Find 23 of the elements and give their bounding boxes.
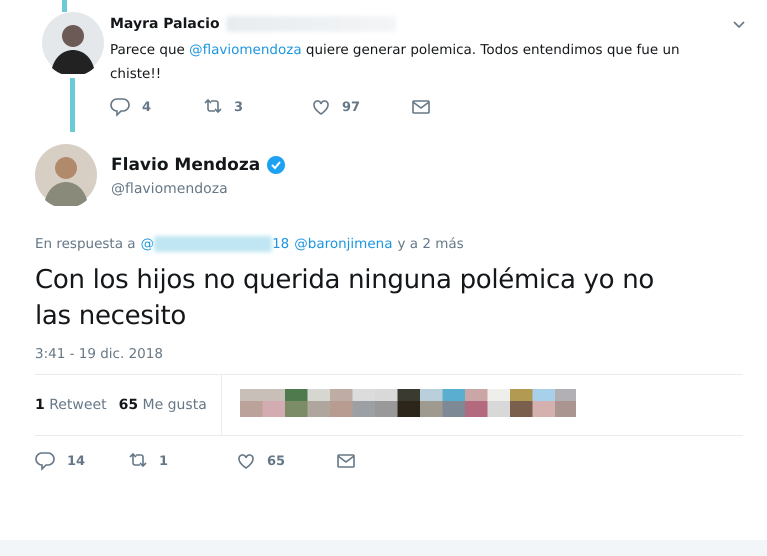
mention-link[interactable]: @flaviomendoza: [189, 42, 302, 58]
mention-link[interactable]: 18: [272, 236, 290, 252]
reply-icon: [110, 96, 132, 118]
reply-button[interactable]: 4: [110, 96, 202, 118]
mention-link[interactable]: @: [140, 236, 154, 252]
stat-link[interactable]: 65 Me gusta: [118, 397, 207, 413]
reply-label: y a 2 más: [397, 236, 464, 252]
like-button[interactable]: 65: [235, 450, 335, 472]
reply-label: En respuesta a: [35, 236, 136, 252]
avatar[interactable]: [42, 12, 104, 74]
user-name[interactable]: Flavio Mendoza: [111, 155, 260, 175]
retweet-button[interactable]: 3: [202, 96, 310, 118]
tweet-text: Parece que @flaviomendoza quiere generar polemica. Todos entendimos que fue un chiste!!: [110, 41, 681, 84]
mention-link[interactable]: @baronjimena: [294, 236, 392, 252]
tweet-timestamp[interactable]: 3:41 - 19 dic. 2018: [35, 346, 743, 362]
user-name[interactable]: Mayra Palacio: [110, 16, 220, 32]
reply-button[interactable]: 14: [35, 450, 127, 472]
retweet-button[interactable]: 1: [127, 450, 235, 472]
like-button[interactable]: 97: [310, 96, 410, 118]
stat-link[interactable]: 1 Retweet: [35, 397, 107, 413]
tweet-text: Con los hijos no querida ninguna polémica yo no las necesito: [35, 264, 655, 333]
user-handle[interactable]: @flaviomendoza: [111, 181, 286, 197]
reply-icon: [35, 450, 57, 472]
